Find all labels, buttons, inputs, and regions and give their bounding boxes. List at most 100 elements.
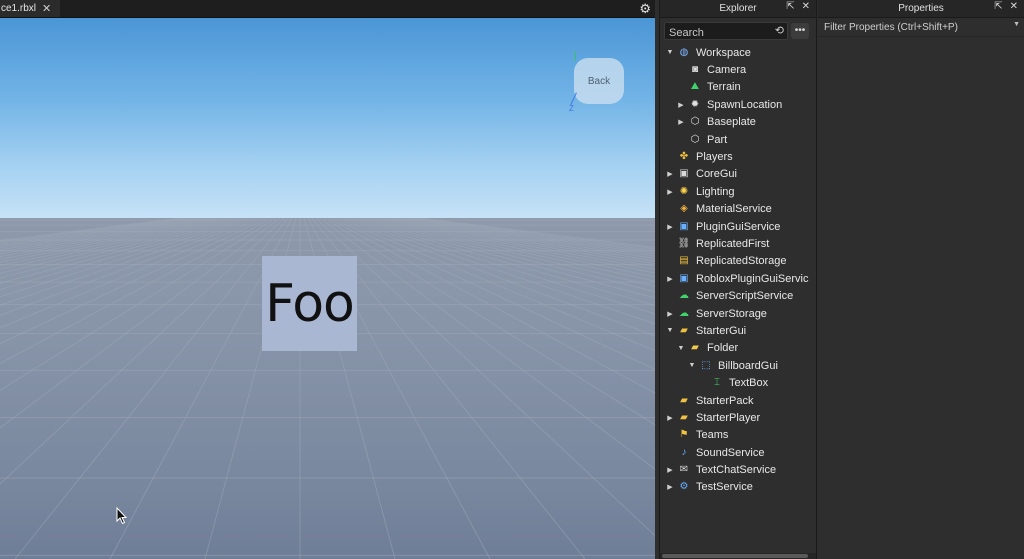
material-service-icon: ◈ (680, 203, 688, 215)
view-cube-face[interactable]: Back (574, 58, 624, 104)
replicated-storage-icon: ▤ (679, 255, 689, 267)
explorer-item-players[interactable]: ✤ Players (660, 148, 816, 165)
roblox-plugin-gui-service-icon: ▣ (679, 272, 689, 284)
expand-arrow-right-icon[interactable]: ▶ (666, 223, 674, 231)
scrollbar-thumb[interactable] (662, 554, 808, 558)
expand-arrow-down-icon[interactable]: ▼ (666, 49, 674, 56)
explorer-item-label: SoundService (696, 446, 765, 459)
explorer-item-label: StarterPlayer (696, 411, 761, 424)
close-icon[interactable]: ✕ (1010, 1, 1018, 12)
explorer-item-lighting[interactable]: ▶ ✺ Lighting (660, 183, 816, 200)
close-tab-icon[interactable]: ✕ (42, 2, 51, 15)
folder-icon: ▰ (691, 342, 699, 354)
properties-title: Properties (898, 3, 944, 14)
z-axis-label: Z (569, 104, 574, 113)
explorer-item-label: ReplicatedFirst (696, 237, 770, 250)
explorer-item-materialservice[interactable]: ◈ MaterialService (660, 201, 816, 218)
explorer-item-starterpack[interactable]: ▰ StarterPack (660, 392, 816, 409)
expand-arrow-down-icon[interactable]: ▼ (666, 327, 674, 334)
explorer-item-replicatedfirst[interactable]: ⛓ ReplicatedFirst (660, 235, 816, 252)
plugin-gui-service-icon: ▣ (679, 220, 689, 232)
replicated-first-icon: ⛓ (677, 237, 691, 249)
explorer-item-part[interactable]: ⬡ Part (660, 131, 816, 148)
explorer-item-label: TextChatService (696, 464, 777, 477)
document-tab-bar: ce1.rbxl ✕ ⚙ (0, 0, 655, 18)
explorer-item-label: StarterGui (696, 324, 747, 337)
explorer-item-label: Lighting (696, 185, 735, 198)
properties-panel: Properties ⇱ ✕ Filter Properties (Ctrl+S… (818, 0, 1024, 559)
explorer-item-teams[interactable]: ⚑ Teams (660, 427, 816, 444)
server-storage-icon: ☁ (679, 307, 689, 319)
explorer-item-spawnlocation[interactable]: ▶ ✹ SpawnLocation (660, 96, 816, 113)
text-chat-service-icon: ✉ (679, 464, 689, 476)
document-tab-label: ce1.rbxl (1, 3, 37, 14)
explorer-item-label: Part (707, 133, 728, 146)
explorer-item-testservice[interactable]: ▶ ⚙ TestService (660, 479, 816, 496)
explorer-item-workspace[interactable]: ▼ ◍ Workspace (660, 44, 816, 61)
filter-properties-placeholder: Filter Properties (Ctrl+Shift+P) (824, 21, 958, 33)
lighting-icon: ✺ (679, 185, 689, 197)
explorer-item-terrain[interactable]: ⛰ Terrain (660, 79, 816, 96)
undock-icon[interactable]: ⇱ (786, 1, 794, 12)
expand-arrow-right-icon[interactable]: ▶ (666, 170, 674, 178)
explorer-item-textbox[interactable]: ⌶ TextBox (660, 374, 816, 391)
starter-player-icon: ▰ (680, 411, 688, 423)
close-icon[interactable]: ✕ (802, 1, 810, 12)
explorer-horizontal-scrollbar[interactable] (660, 553, 816, 559)
explorer-item-label: PluginGuiService (696, 220, 781, 233)
sky (0, 18, 655, 218)
y-axis-indicator (575, 51, 576, 61)
explorer-item-label: TestService (696, 481, 753, 494)
explorer-item-soundservice[interactable]: ♪ SoundService (660, 444, 816, 461)
view-cube[interactable]: Back Z (566, 51, 630, 114)
explorer-item-label: SpawnLocation (707, 98, 783, 111)
explorer-item-starterplayer[interactable]: ▶ ▰ StarterPlayer (660, 409, 816, 426)
test-service-icon: ⚙ (679, 481, 689, 493)
expand-arrow-right-icon[interactable]: ▶ (666, 188, 674, 196)
expand-arrow-right-icon[interactable]: ▶ (666, 275, 674, 283)
explorer-item-serverscriptservice[interactable]: ☁ ServerScriptService (660, 287, 816, 304)
starter-gui-icon: ▰ (680, 324, 688, 336)
explorer-item-replicatedstorage[interactable]: ▤ ReplicatedStorage (660, 253, 816, 270)
explorer-item-label: Teams (696, 429, 729, 442)
chevron-down-icon[interactable]: ▼ (1013, 21, 1020, 28)
document-tab[interactable]: ce1.rbxl ✕ (0, 0, 60, 17)
explorer-item-billboardgui[interactable]: ▼ ⬚ BillboardGui (660, 357, 816, 374)
history-icon[interactable]: ⟲ (775, 24, 784, 37)
explorer-item-label: Players (696, 151, 733, 164)
explorer-search-row: ⟲ ••• (660, 18, 816, 44)
explorer-search-box: ⟲ (664, 22, 788, 41)
expand-arrow-down-icon[interactable]: ▼ (688, 362, 696, 369)
explorer-item-folder[interactable]: ▼ ▰ Folder (660, 340, 816, 357)
teams-icon: ⚑ (679, 429, 689, 441)
explorer-item-label: RobloxPluginGuiServic (696, 272, 809, 285)
explorer-item-label: MaterialService (696, 203, 772, 216)
explorer-search-input[interactable] (665, 25, 769, 41)
explorer-item-robloxpluginguiservic[interactable]: ▶ ▣ RobloxPluginGuiServic (660, 270, 816, 287)
explorer-item-textchatservice[interactable]: ▶ ✉ TextChatService (660, 461, 816, 478)
text-box-icon: ⌶ (714, 377, 720, 389)
explorer-item-label: Terrain (707, 81, 741, 94)
filter-properties-input[interactable]: Filter Properties (Ctrl+Shift+P) ▼ (818, 18, 1024, 37)
viewport-panel: ce1.rbxl ✕ ⚙ Foo Back Z (0, 0, 655, 559)
explorer-item-camera[interactable]: ◙ Camera (660, 61, 816, 78)
settings-gear-icon[interactable]: ⚙ (639, 1, 651, 16)
expand-arrow-right-icon[interactable]: ▶ (666, 310, 674, 318)
3d-viewport[interactable]: Foo Back Z (0, 18, 655, 559)
billboard-textbox[interactable]: Foo (262, 256, 357, 351)
explorer-item-baseplate[interactable]: ▶ ⬡ Baseplate (660, 114, 816, 131)
billboard-gui-icon: ⬚ (701, 359, 711, 371)
expand-arrow-right-icon[interactable]: ▶ (677, 101, 685, 109)
explorer-item-coregui[interactable]: ▶ ▣ CoreGui (660, 166, 816, 183)
core-gui-icon: ▣ (679, 168, 689, 180)
more-options-button[interactable]: ••• (791, 23, 809, 39)
expand-arrow-right-icon[interactable]: ▶ (666, 414, 674, 422)
explorer-item-pluginguiservice[interactable]: ▶ ▣ PluginGuiService (660, 218, 816, 235)
explorer-item-startergui[interactable]: ▼ ▰ StarterGui (660, 322, 816, 339)
explorer-item-serverstorage[interactable]: ▶ ☁ ServerStorage (660, 305, 816, 322)
undock-icon[interactable]: ⇱ (994, 1, 1002, 12)
expand-arrow-down-icon[interactable]: ▼ (677, 345, 685, 352)
expand-arrow-right-icon[interactable]: ▶ (666, 466, 674, 474)
expand-arrow-right-icon[interactable]: ▶ (666, 483, 674, 491)
expand-arrow-right-icon[interactable]: ▶ (677, 118, 685, 126)
